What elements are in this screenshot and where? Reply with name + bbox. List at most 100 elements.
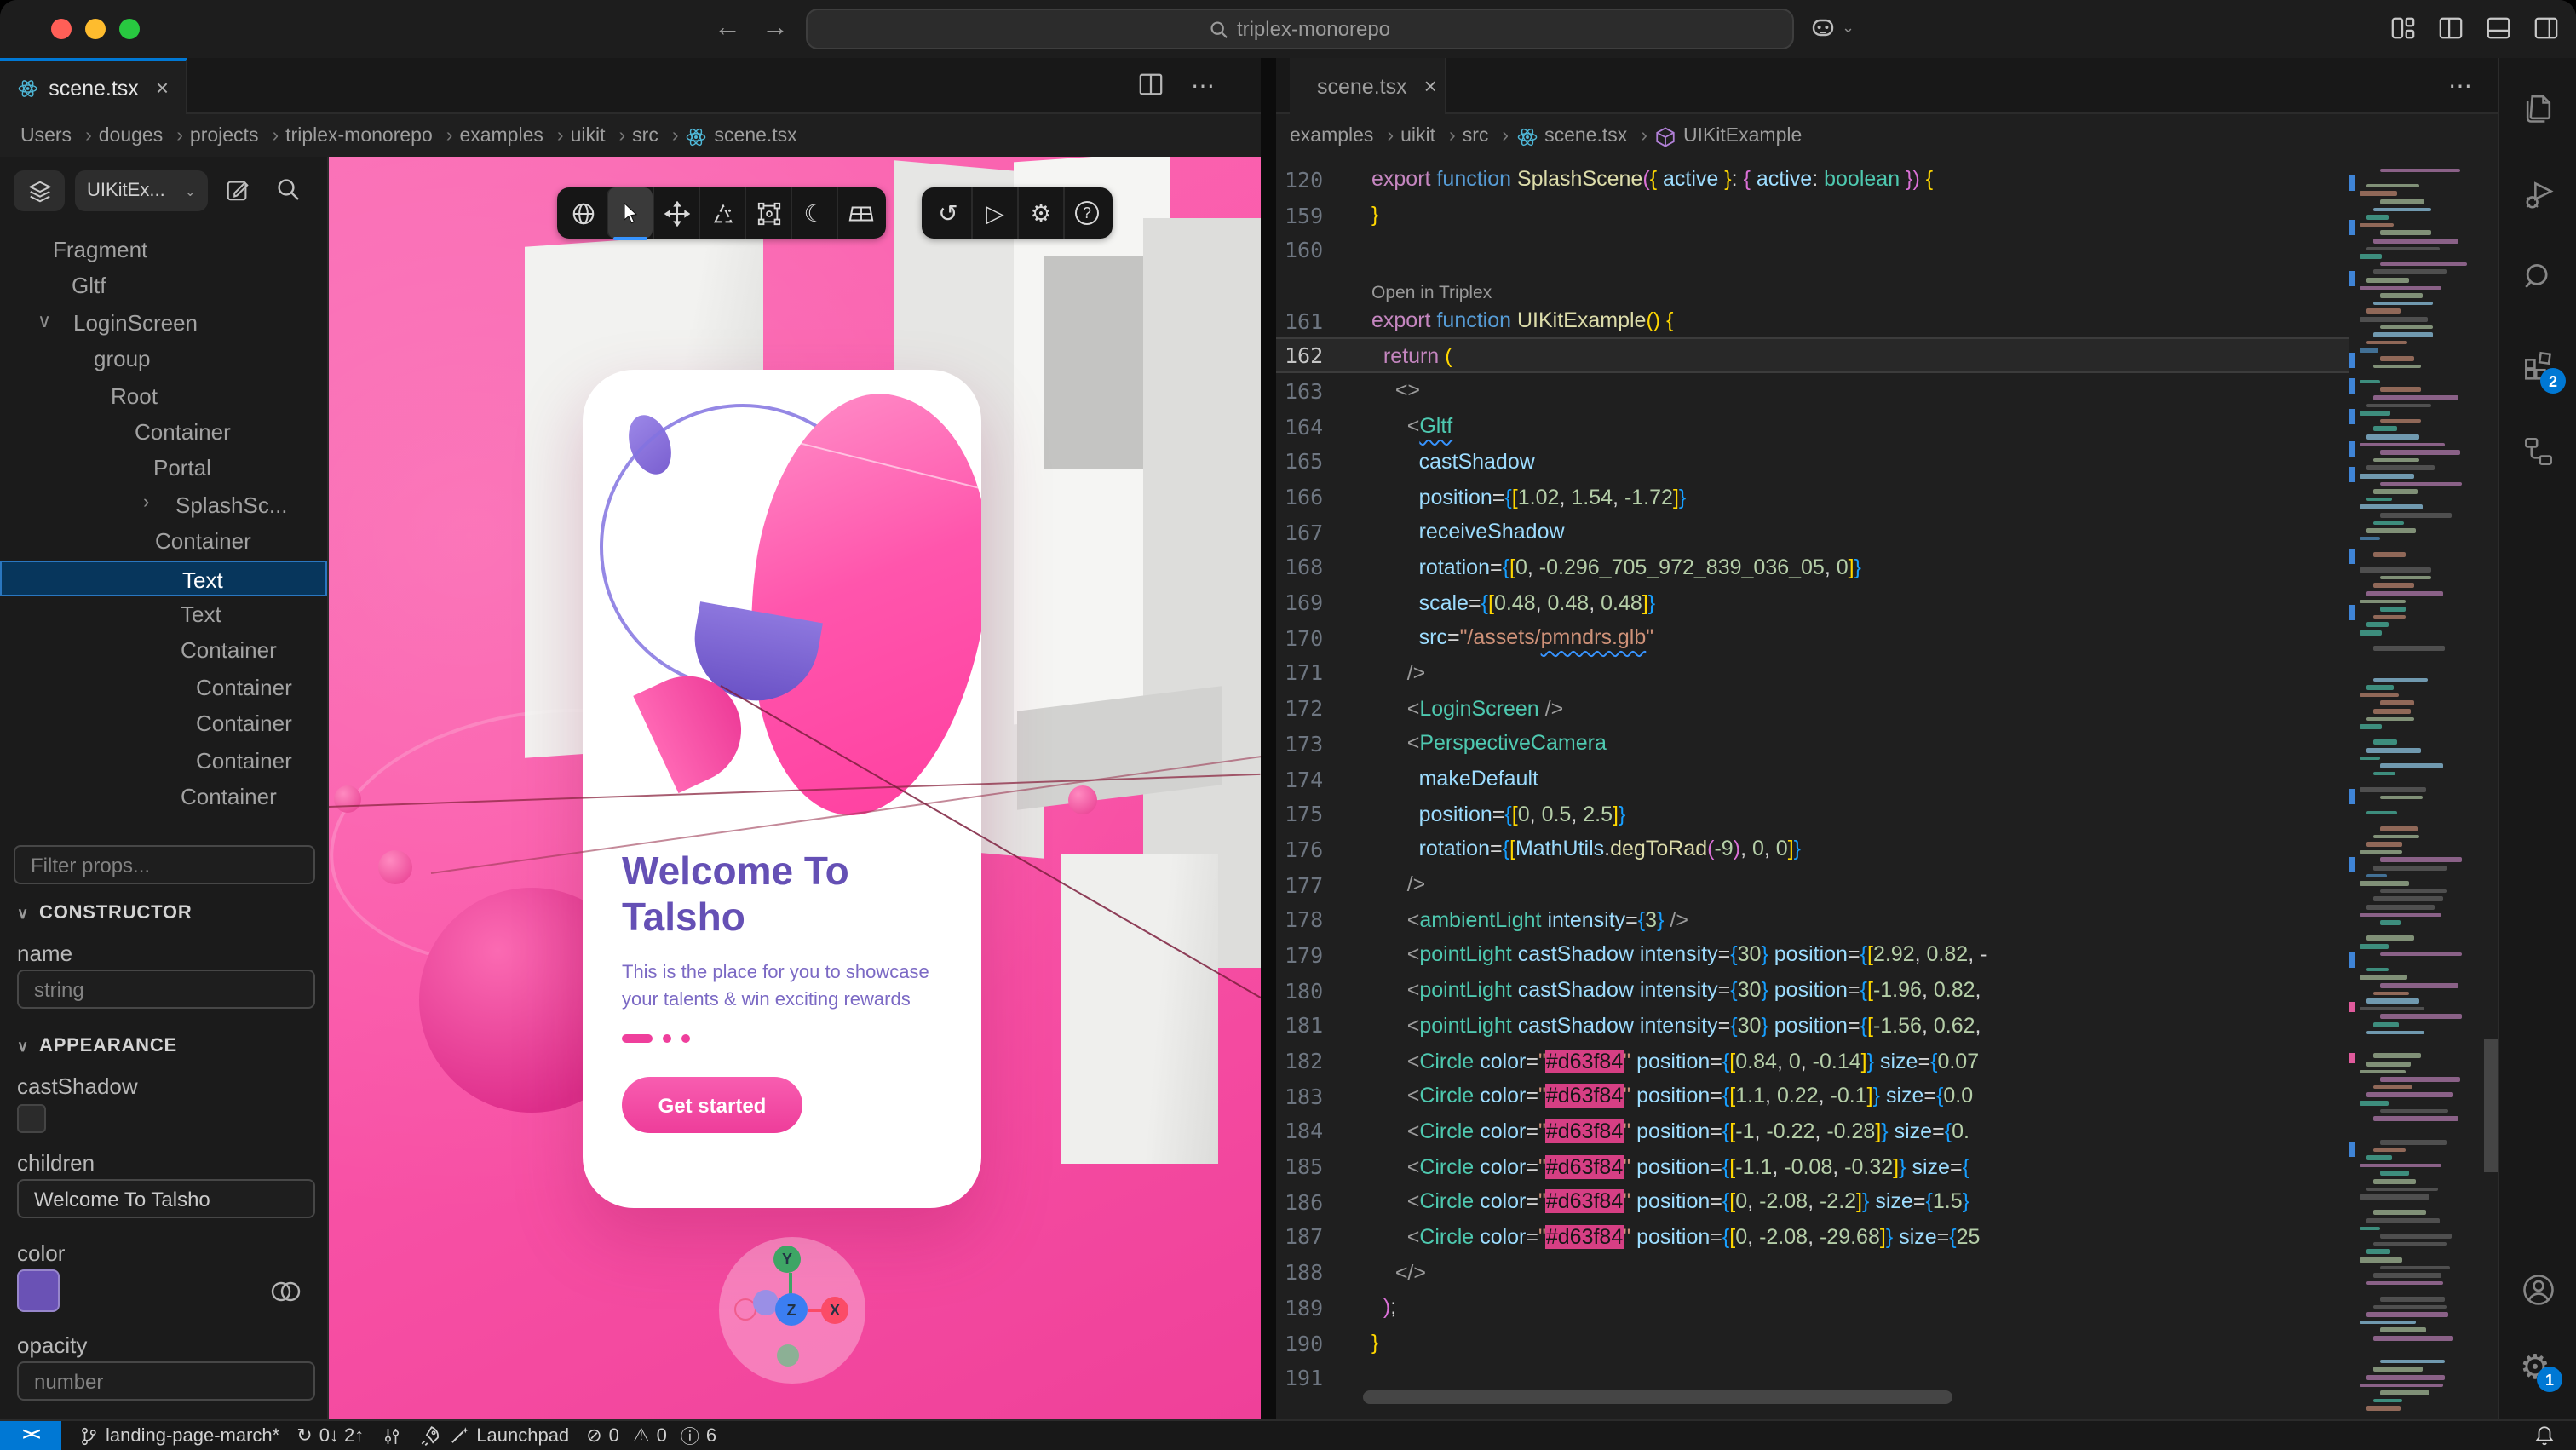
- minimap[interactable]: [2349, 157, 2484, 1419]
- get-started-button[interactable]: Get started: [622, 1077, 802, 1133]
- breadcrumb-item[interactable]: uikit: [571, 126, 626, 147]
- chevron-right-icon[interactable]: ›: [143, 492, 149, 513]
- code-line-184[interactable]: 184 <Circle color="#d63f84" position={[-…: [1276, 1113, 2349, 1148]
- code-line-165[interactable]: 165 castShadow: [1276, 444, 2349, 479]
- toggle-panel-icon[interactable]: [2486, 15, 2511, 41]
- component-select[interactable]: UIKitEx... ⌄: [75, 170, 208, 211]
- code-line-190[interactable]: 190}: [1276, 1325, 2349, 1360]
- code-line-178[interactable]: 178 <ambientLight intensity={3} />: [1276, 902, 2349, 937]
- tree-item-container[interactable]: Container: [0, 523, 327, 559]
- breadcrumb-item[interactable]: scene.tsx: [1515, 125, 1647, 147]
- castshadow-checkbox[interactable]: [17, 1104, 46, 1133]
- code-line-175[interactable]: 175 position={[0, 0.5, 2.5]}: [1276, 797, 2349, 831]
- code-line-163[interactable]: 163 <>: [1276, 373, 2349, 408]
- tree-item-gltf[interactable]: Gltf: [0, 268, 327, 304]
- code-line-168[interactable]: 168 rotation={[0, -0.296_705_972_839_036…: [1276, 550, 2349, 584]
- code-line-181[interactable]: 181 <pointLight castShadow intensity={30…: [1276, 1008, 2349, 1043]
- code-line-170[interactable]: 170 src="/assets/pmndrs.glb": [1276, 620, 2349, 655]
- account-icon[interactable]: [2520, 1271, 2557, 1309]
- command-center-search[interactable]: triplex-monorepo: [806, 9, 1794, 49]
- globe-tool-button[interactable]: [561, 187, 607, 239]
- code-line-167[interactable]: 167 receiveShadow: [1276, 515, 2349, 550]
- tab-scene-tsx-left[interactable]: scene.tsx ×: [0, 58, 187, 114]
- run-debug-icon[interactable]: [2520, 177, 2557, 215]
- explorer-icon[interactable]: [2520, 89, 2557, 126]
- scene-viewport[interactable]: Welcome To Talsho This is the place for …: [329, 157, 1261, 1419]
- code-line-189[interactable]: 189 );: [1276, 1290, 2349, 1325]
- remote-indicator[interactable]: ><: [0, 1420, 61, 1450]
- tree-item-group[interactable]: group: [0, 341, 327, 377]
- code-line-120[interactable]: 120export function SplashScene({ active …: [1276, 162, 2349, 197]
- settings-sync-item[interactable]: [381, 1425, 401, 1446]
- code-line-179[interactable]: 179 <pointLight castShadow intensity={30…: [1276, 937, 2349, 972]
- appearance-section-header[interactable]: ∨APPEARANCE: [17, 1036, 177, 1056]
- breadcrumb[interactable]: examples uikit src scene.tsx UIKitExample: [1290, 121, 1802, 152]
- breadcrumb[interactable]: Users douges projects triplex-monorepo examp…: [20, 121, 797, 152]
- problems-item[interactable]: ⊘0 ⚠0 ⓘ6: [586, 1422, 716, 1449]
- close-icon[interactable]: ×: [1424, 73, 1437, 99]
- code-line-187[interactable]: 187 <Circle color="#d63f84" position={[0…: [1276, 1219, 2349, 1254]
- code-line-161[interactable]: 161export function UIKitExample() {: [1276, 303, 2349, 338]
- launchpad-item[interactable]: Launchpad: [418, 1424, 569, 1447]
- customize-layout-icon[interactable]: [2390, 15, 2416, 41]
- git-sync-item[interactable]: ↻ 0↓ 2↑: [296, 1424, 364, 1447]
- play-button[interactable]: ▷: [971, 187, 1017, 239]
- tree-item-fragment[interactable]: Fragment: [0, 232, 327, 268]
- breadcrumb-item[interactable]: Users: [20, 126, 92, 147]
- tree-item-container[interactable]: Container: [0, 633, 327, 669]
- breadcrumb-item[interactable]: UIKitExample: [1654, 125, 1802, 147]
- tree-item-root[interactable]: Root: [0, 377, 327, 413]
- code-line-172[interactable]: 172 <LoginScreen />: [1276, 691, 2349, 726]
- vertical-scrollbar[interactable]: [2484, 1039, 2498, 1172]
- breadcrumb-item[interactable]: projects: [190, 126, 279, 147]
- breadcrumb-item[interactable]: examples: [1290, 126, 1394, 147]
- tree-item-text[interactable]: Text: [0, 596, 327, 632]
- more-actions-icon[interactable]: ⋯: [1191, 72, 1216, 101]
- code-editor[interactable]: 120export function SplashScene({ active …: [1276, 157, 2498, 1419]
- breadcrumb-item[interactable]: scene.tsx: [686, 125, 797, 147]
- undo-button[interactable]: ↺: [925, 187, 971, 239]
- search-icon[interactable]: [276, 177, 300, 201]
- constructor-section-header[interactable]: ∨CONSTRUCTOR: [17, 903, 193, 924]
- panel-divider[interactable]: [1261, 58, 1276, 1419]
- chevron-down-icon[interactable]: ∨: [37, 310, 51, 332]
- gizmo-z-handle[interactable]: Z: [775, 1293, 808, 1326]
- filter-props-input[interactable]: [14, 845, 315, 884]
- tree-item-container[interactable]: Container: [0, 414, 327, 450]
- code-line-169[interactable]: 169 scale={[0.48, 0.48, 0.48]}: [1276, 585, 2349, 620]
- night-mode-button[interactable]: ☾: [791, 187, 837, 239]
- search-icon[interactable]: [2520, 259, 2557, 296]
- gizmo-y-handle[interactable]: Y: [773, 1246, 801, 1273]
- settings-button[interactable]: ⚙: [1017, 187, 1063, 239]
- code-line-180[interactable]: 180 <pointLight castShadow intensity={30…: [1276, 973, 2349, 1008]
- horizontal-scrollbar[interactable]: [1363, 1390, 1952, 1404]
- git-branch-item[interactable]: landing-page-march*: [78, 1425, 279, 1446]
- code-line-177[interactable]: 177 />: [1276, 867, 2349, 902]
- forward-arrow-icon[interactable]: →: [755, 7, 796, 51]
- code-line-182[interactable]: 182 <Circle color="#d63f84" position={[0…: [1276, 1043, 2349, 1078]
- code-line-173[interactable]: 173 <PerspectiveCamera: [1276, 726, 2349, 761]
- tree-item-splashsc[interactable]: ›SplashSc...: [0, 487, 327, 523]
- tab-scene-tsx-right[interactable]: scene.tsx ×: [1290, 58, 1446, 114]
- help-button[interactable]: ?: [1063, 187, 1109, 239]
- color-toggle-icon[interactable]: [269, 1281, 303, 1302]
- codelens-open-in-triplex[interactable]: Open in Triplex: [1276, 268, 2349, 302]
- breadcrumb-item[interactable]: uikit: [1400, 126, 1456, 147]
- camera-frames-button[interactable]: [837, 187, 883, 239]
- close-window-button[interactable]: [51, 19, 72, 39]
- breadcrumb-item[interactable]: examples: [459, 126, 563, 147]
- tree-item-loginscreen[interactable]: ∨LoginScreen: [0, 305, 327, 341]
- code-line-166[interactable]: 166 position={[1.02, 1.54, -1.72]}: [1276, 479, 2349, 514]
- code-line-162[interactable]: 162 return (: [1276, 338, 2349, 373]
- more-actions-icon[interactable]: ⋯: [2448, 72, 2474, 101]
- notifications-bell-icon[interactable]: [2533, 1424, 2556, 1447]
- scene-layers-button[interactable]: [14, 170, 65, 211]
- breadcrumb-item[interactable]: triplex-monorepo: [285, 126, 452, 147]
- breadcrumb-item[interactable]: douges: [99, 126, 183, 147]
- split-editor-icon[interactable]: [1138, 72, 1164, 97]
- back-arrow-icon[interactable]: ←: [707, 7, 748, 51]
- color-swatch[interactable]: [17, 1269, 60, 1312]
- code-line-164[interactable]: 164 <Gltf: [1276, 409, 2349, 444]
- code-line-174[interactable]: 174 makeDefault: [1276, 761, 2349, 796]
- breadcrumb-item[interactable]: src: [1463, 126, 1509, 147]
